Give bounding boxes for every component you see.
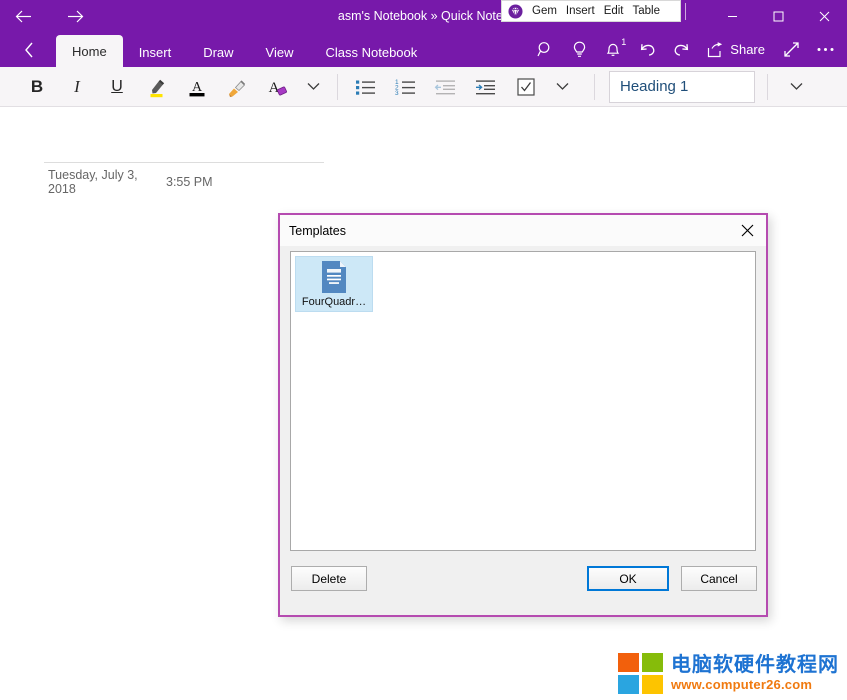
delete-label: Delete — [312, 572, 347, 586]
delete-button[interactable]: Delete — [291, 566, 367, 591]
decrease-indent-icon — [426, 70, 466, 104]
paragraph-more-chevron-down-icon[interactable] — [546, 70, 578, 104]
titlebar-divider — [685, 3, 686, 20]
tab-insert-label: Insert — [139, 45, 172, 60]
styles-group: Heading 1 — [609, 67, 812, 107]
gem-menu-insert[interactable]: Insert — [566, 5, 595, 17]
font-group: B I U A — [17, 67, 329, 107]
templates-dialog: Templates FourQuadr… — [278, 213, 768, 617]
share-button[interactable]: Share — [699, 32, 773, 67]
svg-text:A: A — [192, 80, 203, 95]
list-item[interactable]: FourQuadr… — [295, 256, 373, 312]
styles-chevron-down-icon[interactable] — [780, 70, 812, 104]
logo-pane-top-right — [642, 653, 663, 672]
share-label: Share — [730, 42, 765, 57]
style-value: Heading 1 — [620, 78, 688, 95]
watermark-site-name: 电脑软硬件教程网 — [671, 655, 839, 676]
toolbar-divider-3 — [767, 74, 768, 100]
tab-home-label: Home — [72, 44, 107, 59]
cancel-label: Cancel — [700, 572, 737, 586]
tab-home[interactable]: Home — [56, 35, 123, 67]
page-timestamp: Tuesday, July 3, 2018 3:55 PM — [48, 168, 213, 196]
bulleted-list-icon[interactable] — [346, 70, 386, 104]
tab-draw[interactable]: Draw — [187, 37, 249, 67]
italic-label: I — [74, 77, 80, 97]
numbered-list-icon[interactable]: 1 2 3 — [386, 70, 426, 104]
ok-button[interactable]: OK — [587, 566, 669, 591]
ribbon-tabs: Home Insert Draw View Class Notebook — [56, 32, 433, 67]
undo-icon[interactable] — [631, 32, 663, 67]
gem-diamond-icon — [508, 4, 523, 19]
highlighter-icon[interactable] — [137, 70, 177, 104]
gem-menu-table[interactable]: Table — [633, 5, 661, 17]
gem-addin-toolbar: Gem Insert Edit Table — [501, 0, 681, 22]
back-button[interactable] — [8, 2, 38, 30]
dialog-footer: Delete OK Cancel — [280, 553, 766, 615]
bell-icon[interactable]: 1 — [597, 32, 629, 67]
list-item-label: FourQuadr… — [302, 296, 366, 308]
toolbar-divider-2 — [594, 74, 595, 100]
tab-class-notebook[interactable]: Class Notebook — [310, 37, 434, 67]
gem-menu-edit[interactable]: Edit — [604, 5, 624, 17]
checkbox-todo-icon[interactable] — [506, 70, 546, 104]
close-button[interactable] — [801, 0, 847, 32]
minimize-button[interactable] — [709, 0, 755, 32]
title-bar: asm's Notebook » Quick Notes — [0, 0, 847, 32]
more-icon[interactable] — [809, 32, 841, 67]
page-title-rule — [44, 162, 324, 163]
forward-button[interactable] — [60, 2, 90, 30]
tab-insert[interactable]: Insert — [123, 37, 188, 67]
clear-formatting-icon[interactable]: A — [257, 70, 297, 104]
logo-pane-top-left — [618, 653, 639, 672]
page-date: Tuesday, July 3, 2018 — [48, 168, 166, 196]
templates-list[interactable]: FourQuadr… — [290, 251, 756, 551]
tab-view[interactable]: View — [250, 37, 310, 67]
maximize-button[interactable] — [755, 0, 801, 32]
bell-badge: 1 — [621, 38, 626, 47]
bold-label: B — [31, 77, 43, 97]
formatting-toolbar: B I U A — [0, 67, 847, 107]
paragraph-group: 1 2 3 — [346, 67, 578, 107]
windows-logo-icon — [618, 653, 663, 694]
font-more-chevron-down-icon[interactable] — [297, 70, 329, 104]
font-color-icon[interactable]: A — [177, 70, 217, 104]
cancel-button[interactable]: Cancel — [681, 566, 757, 591]
dialog-title-bar: Templates — [280, 215, 766, 246]
onenote-window: asm's Notebook » Quick Notes Gem Insert … — [0, 0, 847, 700]
logo-pane-bottom-right — [642, 675, 663, 694]
tab-view-label: View — [266, 45, 294, 60]
ribbon-tab-bar: Home Insert Draw View Class Notebook — [0, 32, 847, 67]
underline-label: U — [111, 78, 123, 96]
navigation-arrows — [0, 2, 90, 30]
dialog-close-icon[interactable] — [728, 215, 766, 246]
tab-draw-label: Draw — [203, 45, 233, 60]
ribbon-actions: 1 Share — [529, 32, 841, 67]
redo-icon[interactable] — [665, 32, 697, 67]
tab-class-notebook-label: Class Notebook — [326, 45, 418, 60]
watermark-text: 电脑软硬件教程网 www.computer26.com — [671, 655, 839, 692]
gem-menu-gem[interactable]: Gem — [532, 5, 557, 17]
toolbar-divider-1 — [337, 74, 338, 100]
watermark-url: www.computer26.com — [671, 677, 839, 692]
lightbulb-icon[interactable] — [563, 32, 595, 67]
search-icon[interactable] — [529, 32, 561, 67]
watermark: 电脑软硬件教程网 www.computer26.com — [618, 653, 839, 694]
style-dropdown[interactable]: Heading 1 — [609, 71, 755, 103]
logo-pane-bottom-left — [618, 675, 639, 694]
svg-text:A: A — [269, 80, 280, 96]
italic-button[interactable]: I — [57, 70, 97, 104]
dialog-title: Templates — [280, 224, 346, 238]
page-time: 3:55 PM — [166, 175, 213, 189]
window-controls — [709, 0, 847, 32]
ok-label: OK — [619, 572, 636, 586]
expand-icon[interactable] — [775, 32, 807, 67]
bold-button[interactable]: B — [17, 70, 57, 104]
svg-text:3: 3 — [395, 90, 399, 97]
underline-button[interactable]: U — [97, 70, 137, 104]
ribbon-back-button[interactable] — [12, 32, 46, 67]
format-painter-icon[interactable] — [217, 70, 257, 104]
increase-indent-icon[interactable] — [466, 70, 506, 104]
document-template-icon — [319, 260, 349, 294]
